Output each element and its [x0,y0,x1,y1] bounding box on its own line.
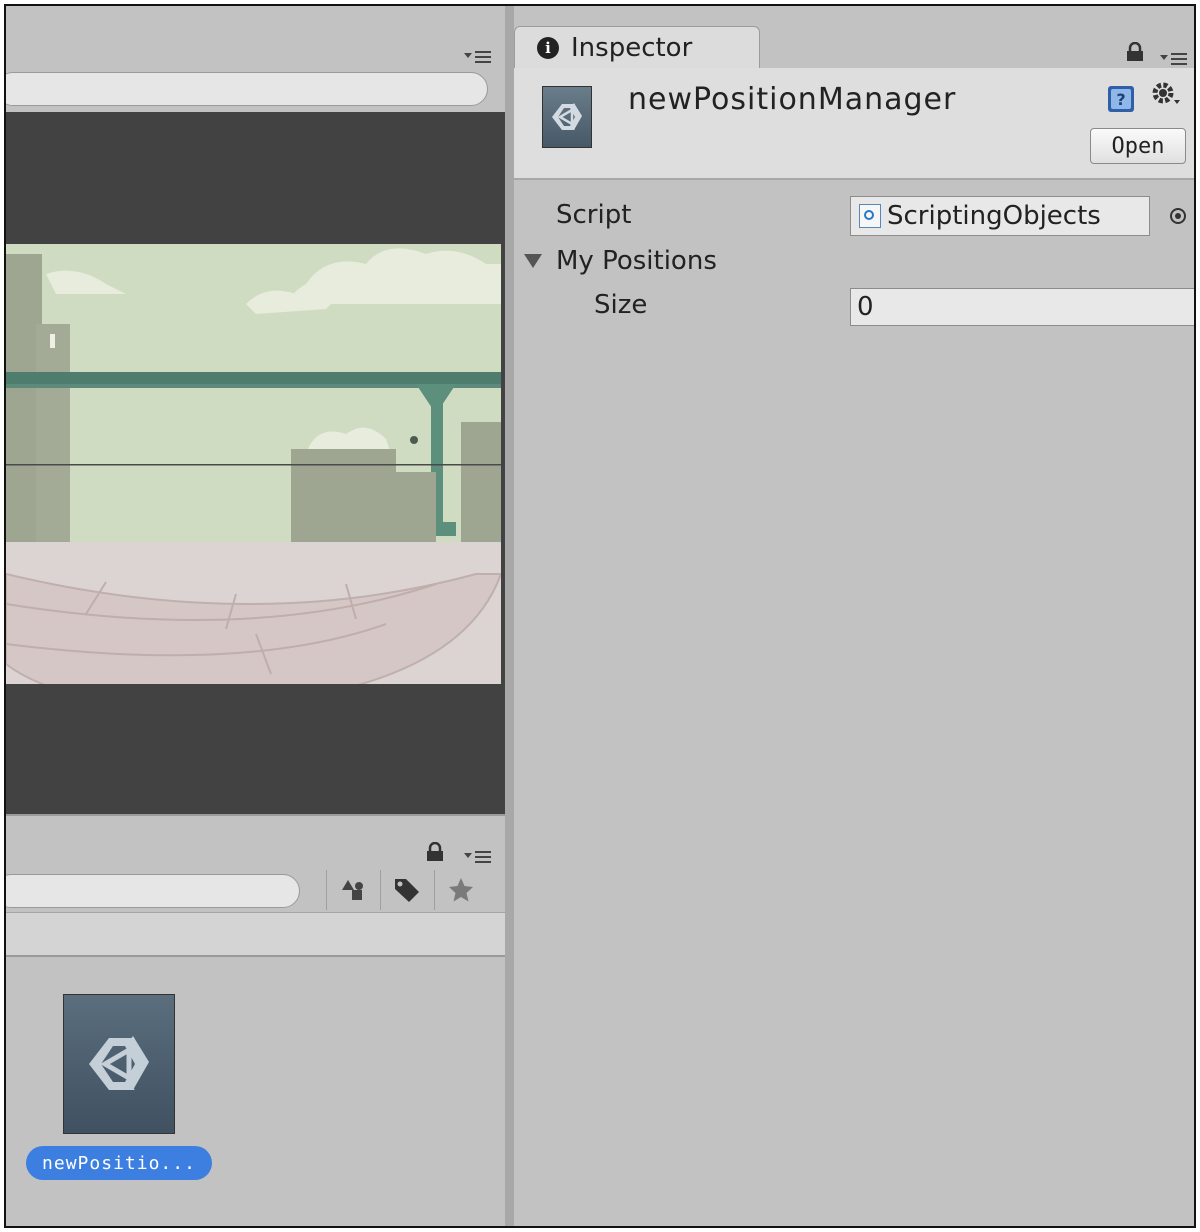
script-object-field[interactable]: ScriptingObjects [850,196,1150,236]
asset-thumbnail[interactable] [63,994,175,1134]
filter-by-label-icon[interactable] [380,870,433,910]
project-panel: newPositio... [6,814,505,1226]
dropdown-menu-icon[interactable] [464,48,492,68]
tab-inspector-label: Inspector [571,32,693,63]
gear-icon[interactable] [1150,80,1182,118]
help-book-icon[interactable]: ? [1106,84,1136,114]
scriptable-object-icon [542,86,592,148]
inspector-header: newPositionManager ? Open [514,68,1194,180]
scene-panel [6,6,505,814]
project-search-input[interactable] [6,874,300,908]
size-input[interactable]: 0 [850,288,1194,326]
open-button[interactable]: Open [1090,128,1186,164]
editor-window: newPositio... i Inspector newPositionMan… [4,4,1196,1228]
lock-icon[interactable] [1126,41,1144,66]
svg-text:?: ? [1116,90,1125,109]
object-name: newPositionManager [628,82,957,117]
panel-divider[interactable] [505,6,514,1226]
inspector-panel: i Inspector newPositionManager ? Open Sc… [514,6,1194,1226]
info-icon: i [537,36,559,59]
game-preview-image [6,244,501,684]
scene-search-input[interactable] [6,72,488,106]
my-positions-label[interactable]: My Positions [556,246,717,276]
dropdown-menu-icon[interactable] [464,848,492,868]
dropdown-menu-icon[interactable] [1160,50,1188,70]
tab-inspector[interactable]: i Inspector [514,26,760,68]
filter-by-type-icon[interactable] [326,870,379,910]
favorite-star-icon[interactable] [434,870,487,910]
project-breadcrumb-bar [6,912,505,957]
foldout-arrow-icon[interactable] [524,254,542,268]
script-label: Script [556,200,632,230]
object-picker-icon[interactable] [1170,208,1186,224]
scene-panel-header [6,6,505,70]
size-value: 0 [857,292,874,322]
asset-name-label[interactable]: newPositio... [26,1146,212,1180]
script-value: ScriptingObjects [887,201,1101,231]
script-file-icon [859,204,881,228]
unity-logo-icon [89,1036,149,1090]
size-label: Size [594,290,648,320]
lock-icon[interactable] [426,841,444,866]
